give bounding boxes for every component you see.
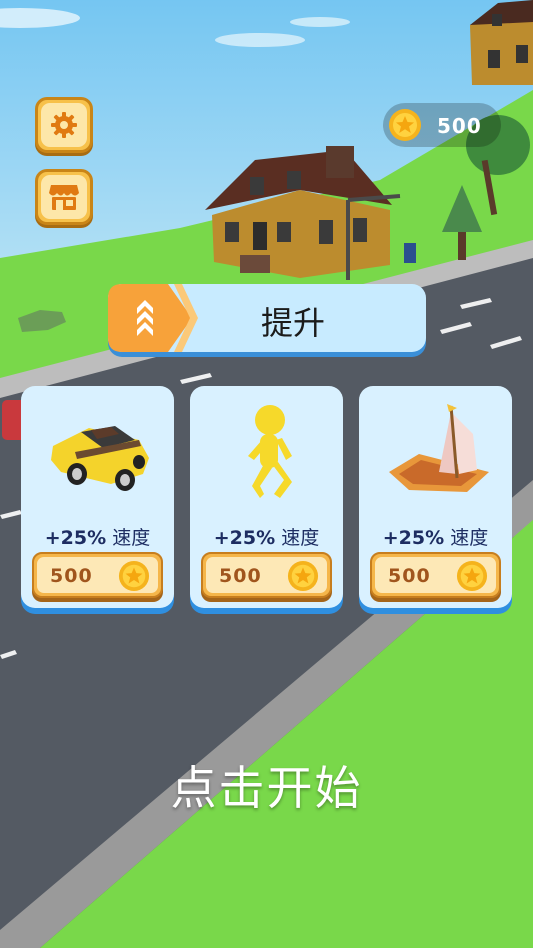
car-price: 500 — [50, 565, 93, 587]
upgrade-card-boat[interactable]: +25% 速度 500 — [359, 386, 512, 608]
coin-icon — [456, 560, 488, 592]
coin-icon — [287, 560, 319, 592]
upgrade-chevron-icon — [108, 284, 198, 352]
car-buy-button[interactable]: 500 — [32, 552, 163, 598]
runner-icon — [248, 405, 292, 498]
car-icon — [51, 426, 149, 491]
car-speed-bonus: +25% 速度 — [21, 523, 174, 550]
boat-icon — [389, 404, 489, 492]
gear-icon — [51, 112, 77, 138]
upgrade-banner: 提升 — [108, 284, 426, 352]
tap-to-start-prompt[interactable]: 点击开始 — [0, 752, 533, 818]
boat-bonus-label: 速度 — [450, 527, 489, 549]
coin-amount: 500 — [437, 114, 482, 138]
settings-button-face — [41, 103, 87, 147]
boat-price: 500 — [388, 565, 431, 587]
upgrade-title: 提升 — [260, 304, 325, 342]
upgrade-card-runner[interactable]: +25% 速度 500 — [190, 386, 343, 608]
boat-bonus-value: +25% — [382, 527, 445, 549]
car-bonus-label: 速度 — [112, 527, 151, 549]
coin-counter: 500 — [383, 103, 501, 147]
boat-speed-bonus: +25% 速度 — [359, 523, 512, 550]
coin-icon — [389, 109, 421, 141]
shop-icon — [49, 185, 79, 210]
settings-button[interactable] — [35, 97, 93, 153]
runner-price: 500 — [219, 565, 262, 587]
runner-bonus-value: +25% — [213, 527, 276, 549]
runner-bonus-label: 速度 — [281, 527, 320, 549]
shop-button[interactable] — [35, 169, 93, 225]
runner-buy-button[interactable]: 500 — [201, 552, 332, 598]
runner-speed-bonus: +25% 速度 — [190, 523, 343, 550]
coin-icon — [118, 560, 150, 592]
upgrade-card-car[interactable]: +25% 速度 500 — [21, 386, 174, 608]
car-bonus-value: +25% — [44, 527, 107, 549]
boat-buy-button[interactable]: 500 — [370, 552, 501, 598]
shop-button-face — [41, 175, 87, 219]
